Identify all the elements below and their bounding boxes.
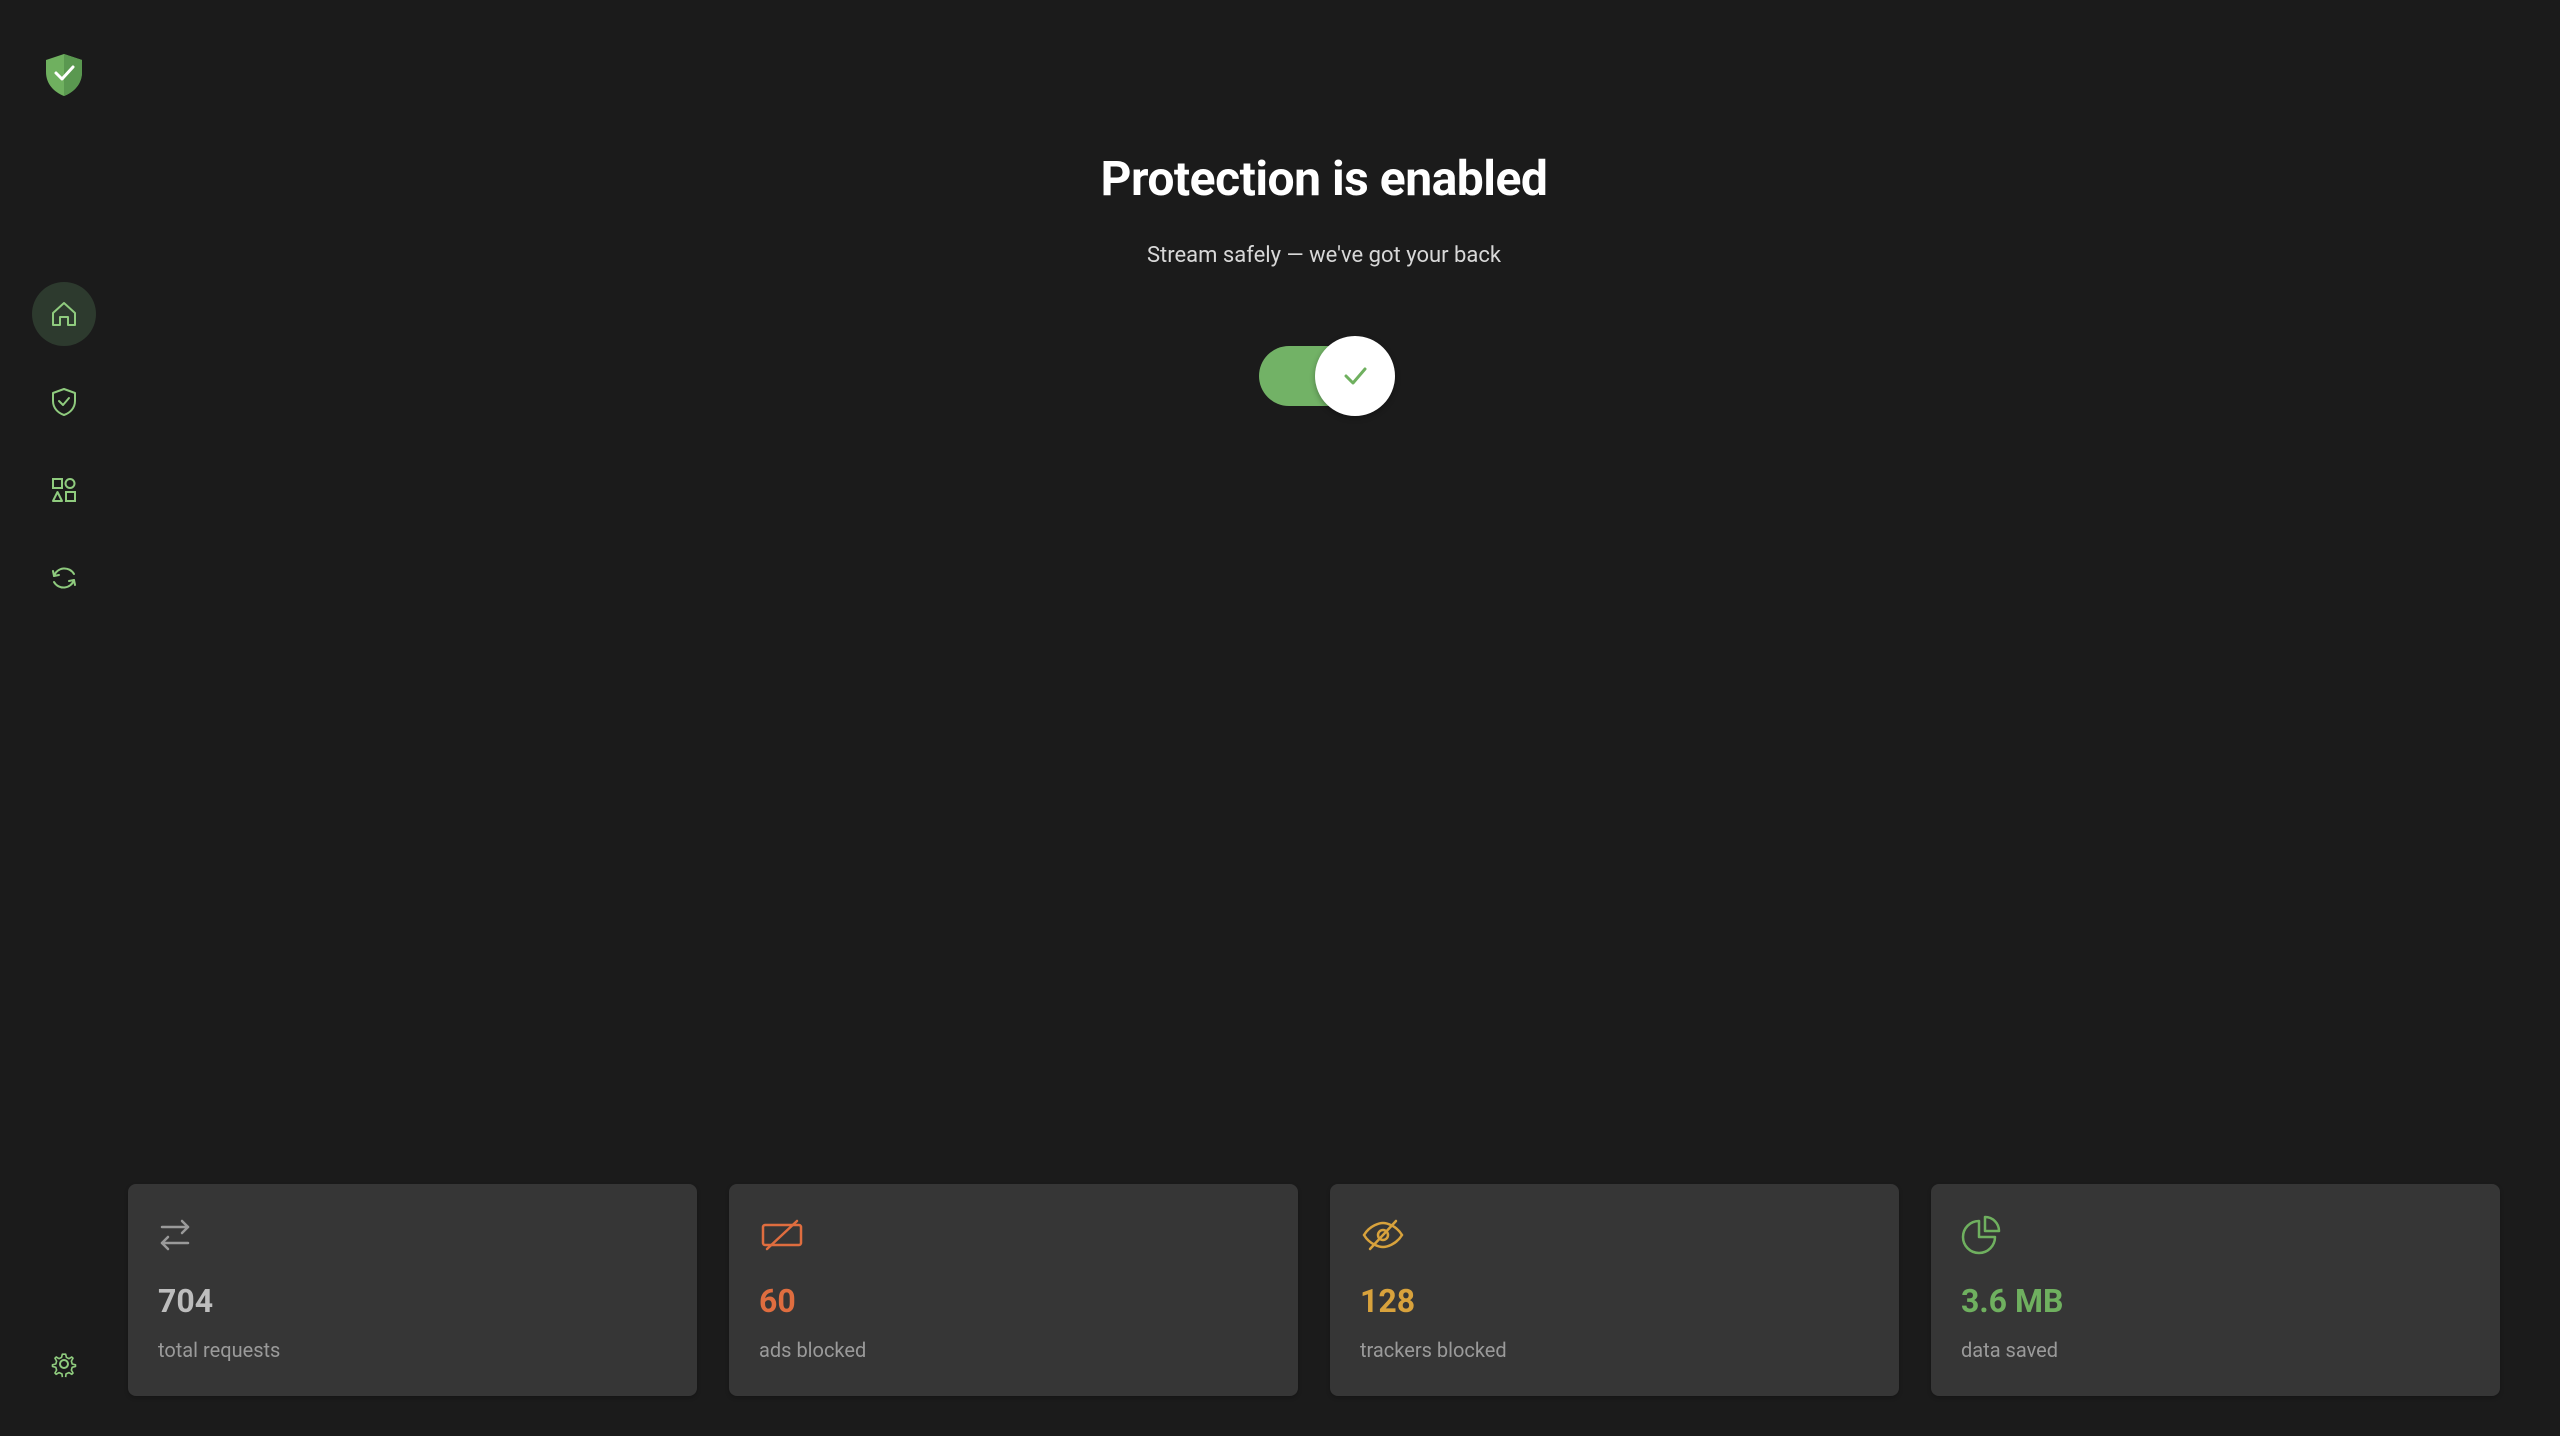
protection-toggle[interactable] [1259, 346, 1389, 406]
hero: Protection is enabled Stream safely — we… [128, 150, 2520, 406]
sidebar [0, 0, 128, 1436]
app-logo [43, 52, 85, 102]
stat-card-trackers[interactable]: 128 trackers blocked [1330, 1184, 1899, 1396]
toggle-knob [1315, 336, 1395, 416]
home-icon [48, 298, 80, 330]
shapes-icon [48, 474, 80, 506]
stat-card-data[interactable]: 3.6 MB data saved [1931, 1184, 2500, 1396]
nav-home[interactable] [32, 282, 96, 346]
stat-card-requests[interactable]: 704 total requests [128, 1184, 697, 1396]
eye-off-icon [1360, 1217, 1406, 1253]
nav-settings[interactable] [32, 1332, 96, 1396]
stat-value: 3.6 MB [1961, 1282, 2470, 1320]
main-content: Protection is enabled Stream safely — we… [128, 0, 2560, 1436]
nav-protection[interactable] [32, 370, 96, 434]
stat-value: 60 [759, 1282, 1268, 1320]
sidebar-nav [32, 282, 96, 1332]
pie-chart-icon [1961, 1215, 2001, 1255]
nav-apps[interactable] [32, 458, 96, 522]
shield-check-icon [43, 52, 85, 98]
stat-label: total requests [158, 1338, 667, 1362]
stat-value: 128 [1360, 1282, 1869, 1320]
stat-card-ads[interactable]: 60 ads blocked [729, 1184, 1298, 1396]
page-subtitle: Stream safely — we've got your back [128, 243, 2520, 268]
stat-label: trackers blocked [1360, 1338, 1869, 1362]
ad-blocked-icon [759, 1217, 805, 1253]
stat-label: ads blocked [759, 1338, 1268, 1362]
check-icon [1337, 358, 1373, 394]
gear-icon [48, 1348, 80, 1380]
arrows-icon [158, 1217, 198, 1253]
sync-icon [48, 562, 80, 594]
stats-row: 704 total requests 60 ads blocked [128, 1184, 2520, 1436]
stat-value: 704 [158, 1282, 667, 1320]
page-title: Protection is enabled [128, 150, 2520, 207]
stat-label: data saved [1961, 1338, 2470, 1362]
nav-updates[interactable] [32, 546, 96, 610]
shield-outline-icon [48, 386, 80, 418]
